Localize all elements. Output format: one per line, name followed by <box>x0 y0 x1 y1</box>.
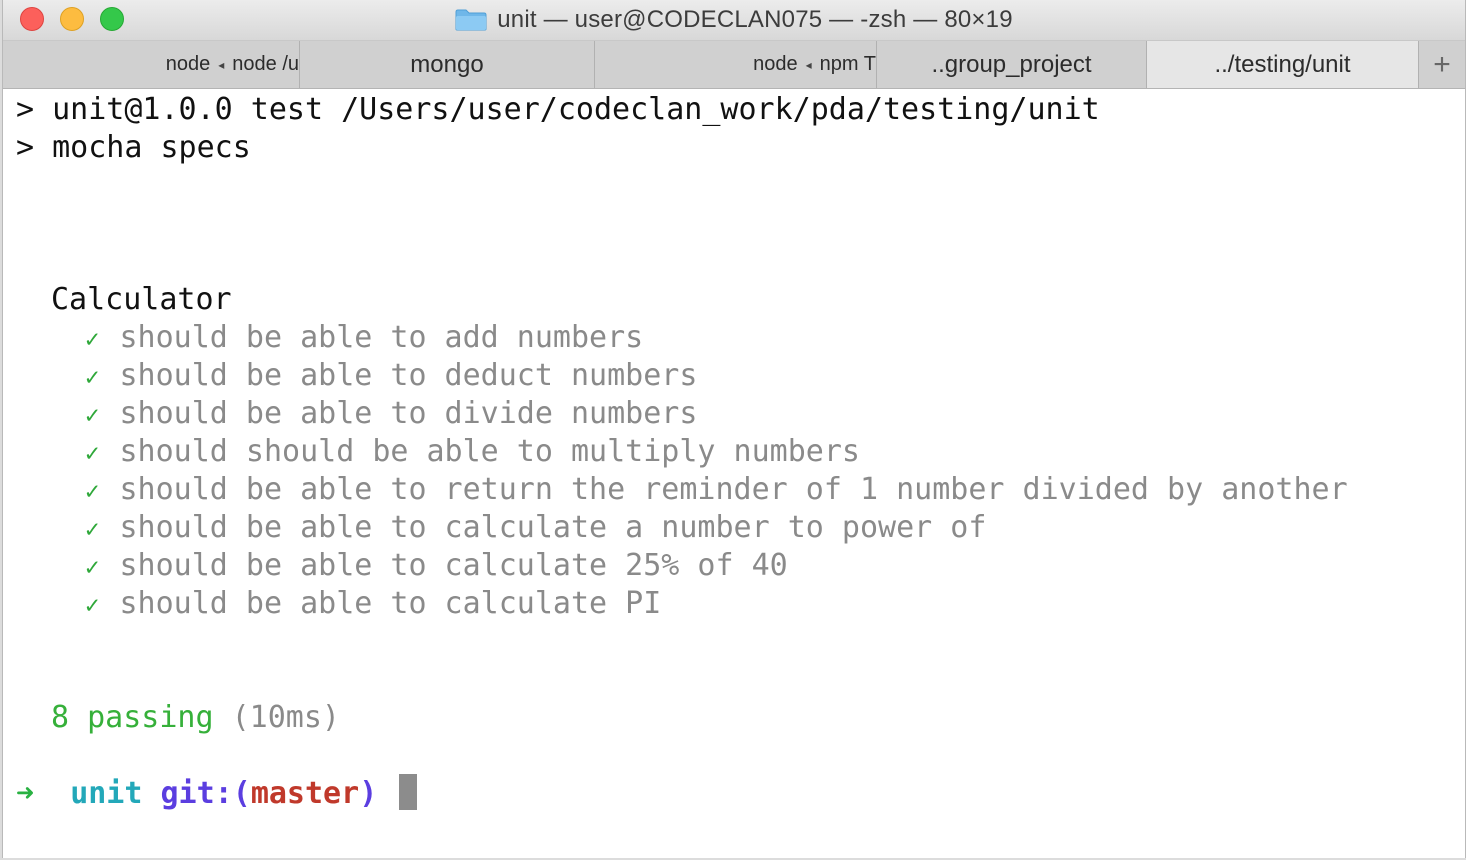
test-result: ✓ should should be able to multiply numbe… <box>85 433 860 472</box>
test-name: should be able to add numbers <box>119 320 644 355</box>
prompt-git-branch: master <box>250 776 360 811</box>
check-icon: ✓ <box>85 401 100 429</box>
tab-label-secondary: node /u <box>232 53 299 75</box>
check-icon: ✓ <box>85 515 100 543</box>
tab-label: ..group_project <box>931 50 1092 78</box>
tab-group-project[interactable]: ..group_project <box>877 41 1147 88</box>
title-bar[interactable]: unit — user@CODECLAN075 — -zsh — 80×19 <box>3 0 1465 41</box>
check-icon: ✓ <box>85 553 100 581</box>
test-name: should be able to divide numbers <box>119 396 698 431</box>
test-result: ✓ should be able to calculate 25% of 40 <box>85 547 788 586</box>
prompt-directory: unit <box>70 776 143 811</box>
test-result: ✓ should be able to add numbers <box>85 319 643 358</box>
test-result: ✓ should be able to return the reminder o… <box>85 471 1348 510</box>
check-icon: ✓ <box>85 363 100 391</box>
terminal-output[interactable]: > unit@1.0.0 test /Users/user/codeclan_w… <box>3 89 1465 858</box>
check-icon: ✓ <box>85 477 100 505</box>
prompt-git-label: git:( <box>160 776 251 811</box>
tab-node-2[interactable]: node ◂ npm T <box>595 41 877 88</box>
test-result: ✓ should be able to calculate a number to… <box>85 509 986 548</box>
test-name: should should be able to multiply number… <box>119 434 860 469</box>
folder-icon <box>455 9 487 31</box>
prompt-arrow-icon: ➜ <box>16 776 35 811</box>
prompt-git-close: ) <box>359 776 378 811</box>
test-name: should be able to calculate 25% of 40 <box>119 548 788 583</box>
test-result: ✓ should be able to divide numbers <box>85 395 697 434</box>
test-duration: (10ms) <box>231 700 340 735</box>
tab-separator-icon: ◂ <box>805 57 812 72</box>
test-name: should be able to calculate a number to … <box>119 510 987 545</box>
text-cursor <box>399 773 418 810</box>
tab-label: node <box>165 53 211 75</box>
check-icon: ✓ <box>85 325 100 353</box>
tab-bar: node ◂ node /u mongo node ◂ npm T ..grou… <box>3 41 1465 89</box>
window-title-area: unit — user@CODECLAN075 — -zsh — 80×19 <box>3 0 1465 40</box>
new-tab-button[interactable]: + <box>1419 41 1465 88</box>
shell-prompt: ➜ unit git:(master) <box>16 773 418 813</box>
check-icon: ✓ <box>85 439 100 467</box>
tab-label: ../testing/unit <box>1214 50 1351 78</box>
test-summary: 8 passing (10ms) <box>51 699 340 737</box>
window-title: unit — user@CODECLAN075 — -zsh — 80×19 <box>497 6 1013 33</box>
tab-mongo[interactable]: mongo <box>300 41 595 88</box>
tab-label: node <box>753 53 798 75</box>
test-result: ✓ should be able to deduct numbers <box>85 357 697 396</box>
tab-testing-unit[interactable]: ../testing/unit <box>1147 41 1419 88</box>
test-result: ✓ should be able to calculate PI <box>85 585 661 624</box>
tab-separator-icon: ◂ <box>218 57 225 72</box>
check-icon: ✓ <box>85 591 100 619</box>
command-line: > unit@1.0.0 test /Users/user/codeclan_w… <box>16 92 1100 127</box>
terminal-window: unit — user@CODECLAN075 — -zsh — 80×19 n… <box>2 0 1466 858</box>
suite-name: Calculator <box>51 282 232 317</box>
test-name: should be able to return the reminder of… <box>119 472 1348 507</box>
test-name: should be able to calculate PI <box>119 586 662 621</box>
tab-label: mongo <box>410 50 484 78</box>
tab-node-1[interactable]: node ◂ node /u <box>3 41 300 88</box>
passing-count: 8 passing <box>51 700 214 735</box>
command-line: > mocha specs <box>16 130 251 165</box>
plus-icon: + <box>1433 47 1451 81</box>
tab-label-secondary: npm T <box>819 53 876 75</box>
test-name: should be able to deduct numbers <box>119 358 698 393</box>
